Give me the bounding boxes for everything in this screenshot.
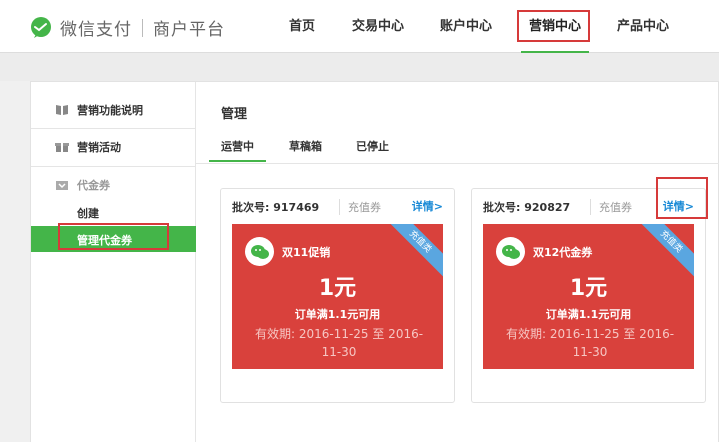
nav-account-center[interactable]: 账户中心	[440, 0, 492, 53]
wechat-icon	[496, 237, 525, 266]
tabs-divider	[196, 163, 719, 164]
sidebar-item-label: 营销功能说明	[77, 103, 143, 117]
sidebar-item-marketing-guide[interactable]: 营销功能说明	[31, 91, 196, 128]
coupon-card-header: 批次号: 920827 充值券 详情>	[472, 189, 705, 222]
coupon-amount: 1元	[318, 276, 357, 301]
brand-separator	[142, 18, 143, 37]
wechat-icon	[245, 237, 274, 266]
gift-icon	[55, 142, 69, 152]
coupon-type: 充值券	[590, 199, 632, 215]
coupon-name: 双11促销	[282, 246, 331, 259]
tab-drafts[interactable]: 草稿箱	[289, 138, 322, 154]
detail-link[interactable]: 详情>	[412, 198, 443, 214]
detail-link[interactable]: 详情>	[663, 198, 694, 214]
coupon-name: 双12代金券	[533, 246, 593, 259]
nav-marketing-center[interactable]: 营销中心	[520, 0, 590, 53]
nav-home[interactable]: 首页	[289, 0, 315, 53]
brand-logo[interactable]: 微信支付 商户平台	[30, 15, 225, 40]
sidebar-item-label: 代金券	[77, 178, 110, 192]
batch-number: 批次号: 917469	[232, 201, 320, 214]
sidebar-item-marketing-activity[interactable]: 营销活动	[31, 128, 196, 165]
coupon-card: 批次号: 917469 充值券 详情> 充值类 双11促销 1元 订单满1.1元…	[220, 188, 455, 403]
content-area: 管理 运营中 草稿箱 已停止 批次号: 917469 充值券 详情> 充值类 双…	[196, 82, 719, 442]
batch-number: 批次号: 920827	[483, 201, 571, 214]
coupon-condition: 订单满1.1元可用	[545, 308, 632, 321]
coupon-validity: 有效期: 2016-11-25 至 2016-11-30	[505, 327, 675, 359]
top-header: 微信支付 商户平台 首页 交易中心 账户中心 营销中心 产品中心	[0, 0, 719, 53]
coupon-card: 批次号: 920827 充值券 详情> 充值类 双12代金券 1元 订单满1.1…	[471, 188, 706, 403]
brand-subtitle: 商户平台	[153, 20, 225, 40]
coupon-validity: 有效期: 2016-11-25 至 2016-11-30	[254, 327, 424, 359]
header-gap	[0, 53, 719, 81]
tab-operating[interactable]: 运营中	[209, 138, 266, 162]
coupon-condition: 订单满1.1元可用	[294, 308, 381, 321]
sidebar-subitem-create[interactable]: 创建	[77, 205, 99, 221]
coupon-ticket[interactable]: 充值类 双12代金券 1元 订单满1.1元可用 有效期: 2016-11-25 …	[483, 224, 694, 369]
coupon-card-header: 批次号: 917469 充值券 详情>	[221, 189, 454, 222]
brand-title: 微信支付	[60, 20, 132, 40]
coupon-amount: 1元	[569, 276, 608, 301]
main-panel: 营销功能说明 营销活动 代金券 创建 管理代金券 管理 运营中 草稿箱 已停止	[30, 81, 719, 442]
sidebar: 营销功能说明 营销活动 代金券 创建 管理代金券	[31, 82, 196, 442]
coupon-type: 充值券	[339, 199, 381, 215]
book-icon	[56, 104, 68, 115]
coupon-icon	[56, 180, 68, 190]
sidebar-group-coupon[interactable]: 代金券	[31, 166, 196, 203]
nav-product-center[interactable]: 产品中心	[617, 0, 669, 53]
sidebar-item-label: 营销活动	[77, 140, 121, 154]
tab-stopped[interactable]: 已停止	[356, 138, 389, 154]
nav-trade-center[interactable]: 交易中心	[352, 0, 404, 53]
page-title: 管理	[221, 107, 248, 122]
coupon-ticket[interactable]: 充值类 双11促销 1元 订单满1.1元可用 有效期: 2016-11-25 至…	[232, 224, 443, 369]
wechat-pay-icon	[31, 16, 51, 38]
sidebar-annotation-box	[58, 223, 169, 250]
